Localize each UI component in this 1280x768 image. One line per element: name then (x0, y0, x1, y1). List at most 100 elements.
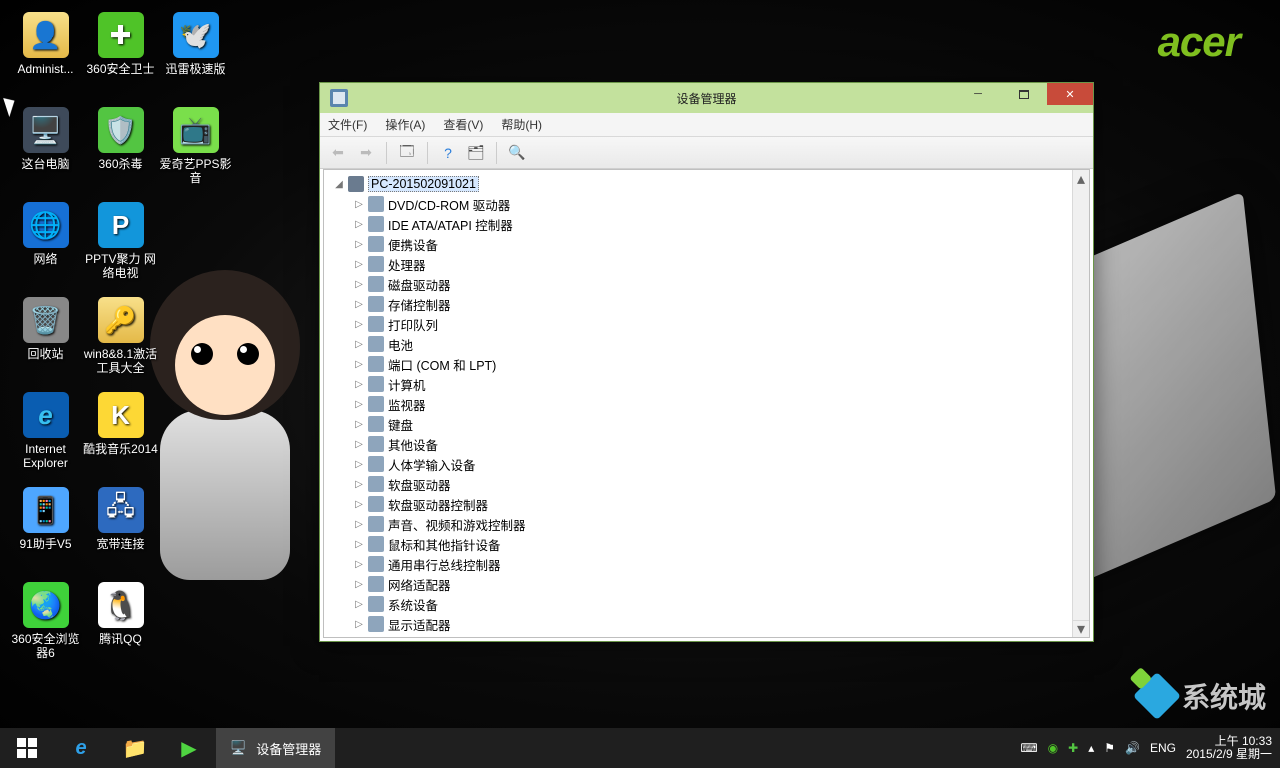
tray-action-icon[interactable]: ⚑ (1104, 741, 1115, 755)
desktop-icon-dialup[interactable]: 🖧宽带连接 (83, 483, 158, 578)
device-icon (368, 256, 384, 272)
desktop-icon-recycle[interactable]: 🗑️回收站 (8, 293, 83, 388)
menu-view[interactable]: 查看(V) (443, 116, 483, 133)
scroll-up-button[interactable]: ▴ (1073, 170, 1089, 187)
tray-clock[interactable]: 上午 10:33 2015/2/9 星期一 (1186, 735, 1272, 761)
tree-node[interactable]: ▷显示适配器 (328, 614, 1068, 634)
taskbar-explorer[interactable]: 📁 (108, 728, 162, 768)
tree-node[interactable]: ▷端口 (COM 和 LPT) (328, 354, 1068, 374)
expand-icon[interactable]: ▷ (352, 497, 366, 511)
expand-icon[interactable]: ▷ (352, 337, 366, 351)
expand-icon[interactable]: ▷ (352, 457, 366, 471)
show-hidden-button[interactable]: 🗔 (395, 141, 419, 165)
tree-node[interactable]: ▷监视器 (328, 394, 1068, 414)
device-icon (368, 276, 384, 292)
expand-icon[interactable]: ▷ (352, 477, 366, 491)
desktop-icon-360safe[interactable]: ✚360安全卫士 (83, 8, 158, 103)
tree-node[interactable]: ▷键盘 (328, 414, 1068, 434)
expand-icon[interactable]: ▷ (352, 577, 366, 591)
tree-node[interactable]: ▷便携设备 (328, 234, 1068, 254)
expand-icon[interactable]: ▷ (352, 377, 366, 391)
desktop-icon-thunder[interactable]: 🕊️迅雷极速版 (158, 8, 233, 103)
expand-icon[interactable]: ▷ (352, 197, 366, 211)
scroll-down-button[interactable]: ▾ (1073, 620, 1089, 637)
expand-icon[interactable]: ▷ (352, 597, 366, 611)
help-button[interactable]: ? (436, 141, 460, 165)
tree-root[interactable]: ◢ PC-201502091021 (328, 174, 1068, 194)
desktop-icon-network[interactable]: 🌐网络 (8, 198, 83, 293)
expand-icon[interactable]: ▷ (352, 317, 366, 331)
desktop-icon-91[interactable]: 📱91助手V5 (8, 483, 83, 578)
network-icon: 🌐 (23, 202, 69, 248)
expand-icon[interactable]: ▷ (352, 417, 366, 431)
menu-help[interactable]: 帮助(H) (501, 116, 542, 133)
desktop-icon-qq[interactable]: 腾讯QQ (83, 578, 158, 673)
tree-node[interactable]: ▷处理器 (328, 254, 1068, 274)
tree-node[interactable]: ▷软盘驱动器控制器 (328, 494, 1068, 514)
expand-icon[interactable]: ▷ (352, 217, 366, 231)
tree-node[interactable]: ▷其他设备 (328, 434, 1068, 454)
tree-node[interactable]: ▷计算机 (328, 374, 1068, 394)
close-button[interactable]: ✕ (1047, 83, 1093, 105)
desktop-icon-win8kms[interactable]: 🔑win8&8.1激活工具大全 (83, 293, 158, 388)
tree-node[interactable]: ▷软盘驱动器 (328, 474, 1068, 494)
video-icon: 📺 (173, 107, 219, 153)
expand-icon[interactable]: ▷ (352, 257, 366, 271)
tray-keyboard-icon[interactable]: ⌨ (1020, 741, 1037, 755)
desktop-icon-pptv[interactable]: PPPTV聚力 网络电视 (83, 198, 158, 293)
taskbar-ie[interactable]: e (54, 728, 108, 768)
expand-icon[interactable]: ▷ (352, 357, 366, 371)
scan-button[interactable]: 🔍 (505, 141, 529, 165)
collapse-icon[interactable]: ◢ (332, 177, 346, 191)
maximize-button[interactable] (1001, 83, 1047, 105)
tree-node[interactable]: ▷磁盘驱动器 (328, 274, 1068, 294)
expand-icon[interactable]: ▷ (352, 277, 366, 291)
node-label: 系统设备 (388, 595, 438, 614)
tree-node[interactable]: ▷人体学输入设备 (328, 454, 1068, 474)
device-icon (368, 556, 384, 572)
menu-file[interactable]: 文件(F) (328, 116, 367, 133)
taskbar-devicemanager[interactable]: 🖥️ 设备管理器 (216, 728, 335, 768)
expand-icon[interactable]: ▷ (352, 517, 366, 531)
device-icon (368, 516, 384, 532)
tray-av-icon[interactable]: ✚ (1068, 741, 1078, 755)
tree-node[interactable]: ▷网络适配器 (328, 574, 1068, 594)
desktop-icon-kuwo[interactable]: K酷我音乐2014 (83, 388, 158, 483)
start-button[interactable] (0, 728, 54, 768)
minimize-button[interactable]: ─ (955, 83, 1001, 105)
node-label: 存储控制器 (388, 295, 451, 314)
tree-node[interactable]: ▷声音、视频和游戏控制器 (328, 514, 1068, 534)
expand-icon[interactable]: ▷ (352, 437, 366, 451)
menu-action[interactable]: 操作(A) (385, 116, 425, 133)
tree-node[interactable]: ▷IDE ATA/ATAPI 控制器 (328, 214, 1068, 234)
expand-icon[interactable]: ▷ (352, 297, 366, 311)
tree-node[interactable]: ▷ 存储控制器 (328, 294, 1068, 314)
tray-360-icon[interactable]: ◉ (1048, 741, 1058, 755)
desktop-icon-360av[interactable]: 🛡️360杀毒 (83, 103, 158, 198)
desktop-icon-360browser[interactable]: 🌏360安全浏览器6 (8, 578, 83, 673)
desktop-icon-admin[interactable]: 👤Administ... (8, 8, 83, 103)
tree-node[interactable]: ▷通用串行总线控制器 (328, 554, 1068, 574)
tree-node[interactable]: ▷DVD/CD-ROM 驱动器 (328, 194, 1068, 214)
desktop-icon-ie[interactable]: eInternetExplorer (8, 388, 83, 483)
tree-node[interactable]: ▷电池 (328, 334, 1068, 354)
expand-icon[interactable]: ▷ (352, 557, 366, 571)
tray-chevron-up-icon[interactable]: ▴ (1088, 741, 1094, 755)
expand-icon[interactable]: ▷ (352, 397, 366, 411)
tray-volume-icon[interactable]: 🔊 (1125, 741, 1140, 755)
tree-node[interactable]: ▷ 系统设备 (328, 594, 1068, 614)
tray-ime[interactable]: ENG (1150, 741, 1176, 755)
scrollbar[interactable]: ▴ ▾ (1072, 170, 1089, 637)
tree-node[interactable]: ▷打印队列 (328, 314, 1068, 334)
expand-icon[interactable]: ▷ (352, 237, 366, 251)
expand-icon[interactable]: ▷ (352, 537, 366, 551)
titlebar[interactable]: 设备管理器 ─ ✕ (320, 83, 1093, 113)
taskbar-iqiyi[interactable]: ▶ (162, 728, 216, 768)
desktop-icon-iqiyi[interactable]: 📺爱奇艺PPS影音 (158, 103, 233, 198)
expand-icon[interactable]: ▷ (352, 617, 366, 631)
properties-button[interactable]: 🗂 (464, 141, 488, 165)
taskbar: e 📁 ▶ 🖥️ 设备管理器 ⌨ ◉ ✚ ▴ ⚑ 🔊 ENG 上午 10:33 … (0, 728, 1280, 768)
desktop-icon-thispc[interactable]: 🖥️这台电脑 (8, 103, 83, 198)
tree-node[interactable]: ▷鼠标和其他指针设备 (328, 534, 1068, 554)
device-tree[interactable]: ◢ PC-201502091021 ▷DVD/CD-ROM 驱动器▷IDE AT… (324, 170, 1072, 637)
